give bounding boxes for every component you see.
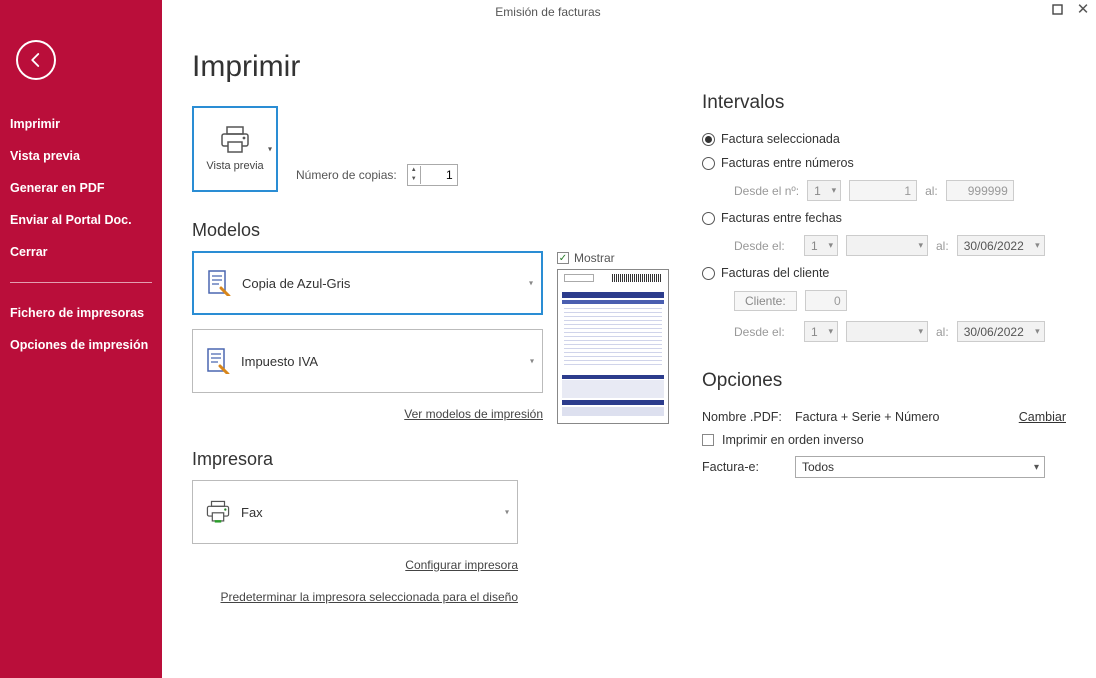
copies-label: Número de copias: xyxy=(296,168,397,182)
predeterminar-impresora-link[interactable]: Predeterminar la impresora seleccionada … xyxy=(221,590,519,604)
hasta-fecha-select-2[interactable]: 30/06/2022 xyxy=(957,321,1045,342)
nombre-pdf-value: Factura + Serie + Número xyxy=(795,410,940,424)
chevron-down-icon: ▾ xyxy=(505,508,509,517)
chevron-down-icon: ▾ xyxy=(529,279,533,288)
sidebar: Imprimir Vista previa Generar en PDF Env… xyxy=(0,0,162,678)
window-maximize-icon[interactable] xyxy=(1046,0,1068,18)
title-bar: Emisión de facturas ✕ xyxy=(0,0,1096,24)
intervalos-heading: Intervalos xyxy=(702,92,1066,114)
cliente-serie-select[interactable]: 1 xyxy=(804,321,838,342)
orden-inverso-checkbox[interactable] xyxy=(702,434,714,446)
cliente-desde-fecha-select[interactable] xyxy=(846,321,928,342)
al-label-2: al: xyxy=(936,239,949,253)
al-label-3: al: xyxy=(936,325,949,339)
printer-icon xyxy=(203,500,233,524)
nombre-pdf-label: Nombre .PDF: xyxy=(702,410,787,424)
hasta-n-input[interactable] xyxy=(946,180,1014,201)
desde-el-label-1: Desde el: xyxy=(734,239,796,253)
al-label-1: al: xyxy=(925,184,938,198)
radio-label-4: Facturas del cliente xyxy=(721,266,829,280)
radio-label-3: Facturas entre fechas xyxy=(721,211,842,225)
radio-label-2: Facturas entre números xyxy=(721,156,854,170)
printer-icon xyxy=(219,126,251,154)
back-button[interactable] xyxy=(16,40,56,80)
document-template-icon xyxy=(204,270,234,296)
radio-facturas-numeros[interactable] xyxy=(702,157,715,170)
modelo-select-1[interactable]: Copia de Azul-Gris ▾ xyxy=(192,251,543,315)
copies-spinner[interactable]: ▲ ▼ xyxy=(407,164,458,186)
radio-facturas-fechas[interactable] xyxy=(702,212,715,225)
radio-facturas-cliente[interactable] xyxy=(702,267,715,280)
spinner-down-icon[interactable]: ▼ xyxy=(408,175,420,184)
sidebar-item-opciones-impresion[interactable]: Opciones de impresión xyxy=(0,329,162,361)
facturae-select[interactable]: Todos xyxy=(795,456,1045,478)
vista-previa-tile[interactable]: Vista previa ▾ xyxy=(192,106,278,192)
mostrar-label: Mostrar xyxy=(574,251,615,265)
tile-label: Vista previa xyxy=(206,160,263,172)
impresora-select[interactable]: Fax ▾ xyxy=(192,480,518,544)
spinner-up-icon[interactable]: ▲ xyxy=(408,166,420,175)
impresora-heading: Impresora xyxy=(192,449,672,470)
cliente-id-input[interactable] xyxy=(805,290,847,311)
cambiar-link[interactable]: Cambiar xyxy=(1019,410,1066,424)
desde-n-serie-select[interactable]: 1 xyxy=(807,180,841,201)
radio-factura-seleccionada[interactable] xyxy=(702,133,715,146)
sidebar-item-vista-previa[interactable]: Vista previa xyxy=(0,140,162,172)
impresora-name: Fax xyxy=(241,505,263,520)
desde-fecha-select[interactable] xyxy=(846,235,928,256)
ver-modelos-link[interactable]: Ver modelos de impresión xyxy=(404,407,543,421)
sidebar-item-enviar-portal[interactable]: Enviar al Portal Doc. xyxy=(0,204,162,236)
modelo-1-label: Copia de Azul-Gris xyxy=(242,276,350,291)
cliente-button[interactable]: Cliente: xyxy=(734,291,797,311)
window-close-icon[interactable]: ✕ xyxy=(1072,0,1094,18)
sidebar-item-fichero-impresoras[interactable]: Fichero de impresoras xyxy=(0,297,162,329)
modelo-select-2[interactable]: Impuesto IVA ▾ xyxy=(192,329,543,393)
modelo-2-label: Impuesto IVA xyxy=(241,354,318,369)
orden-inverso-label: Imprimir en orden inverso xyxy=(722,433,864,447)
facturae-label: Factura-e: xyxy=(702,460,787,474)
page-title: Imprimir xyxy=(192,50,672,84)
desde-n-input[interactable] xyxy=(849,180,917,201)
copies-input[interactable] xyxy=(421,168,457,182)
chevron-down-icon: ▾ xyxy=(268,145,272,154)
modelos-heading: Modelos xyxy=(192,220,672,241)
preview-thumbnail[interactable] xyxy=(557,269,669,424)
desde-el-n-label: Desde el nº: xyxy=(734,184,799,198)
document-template-icon xyxy=(203,348,233,374)
desde-el-label-2: Desde el: xyxy=(734,325,796,339)
opciones-heading: Opciones xyxy=(702,370,1066,392)
sidebar-item-imprimir[interactable]: Imprimir xyxy=(0,108,162,140)
radio-label-1: Factura seleccionada xyxy=(721,132,840,146)
desde-fecha-serie-select[interactable]: 1 xyxy=(804,235,838,256)
window-title: Emisión de facturas xyxy=(495,5,600,19)
sidebar-separator xyxy=(10,282,152,283)
chevron-down-icon: ▾ xyxy=(530,357,534,366)
sidebar-item-generar-pdf[interactable]: Generar en PDF xyxy=(0,172,162,204)
hasta-fecha-select-1[interactable]: 30/06/2022 xyxy=(957,235,1045,256)
sidebar-item-cerrar[interactable]: Cerrar xyxy=(0,236,162,268)
configurar-impresora-link[interactable]: Configurar impresora xyxy=(405,558,518,572)
mostrar-checkbox[interactable]: ✓ xyxy=(557,252,569,264)
